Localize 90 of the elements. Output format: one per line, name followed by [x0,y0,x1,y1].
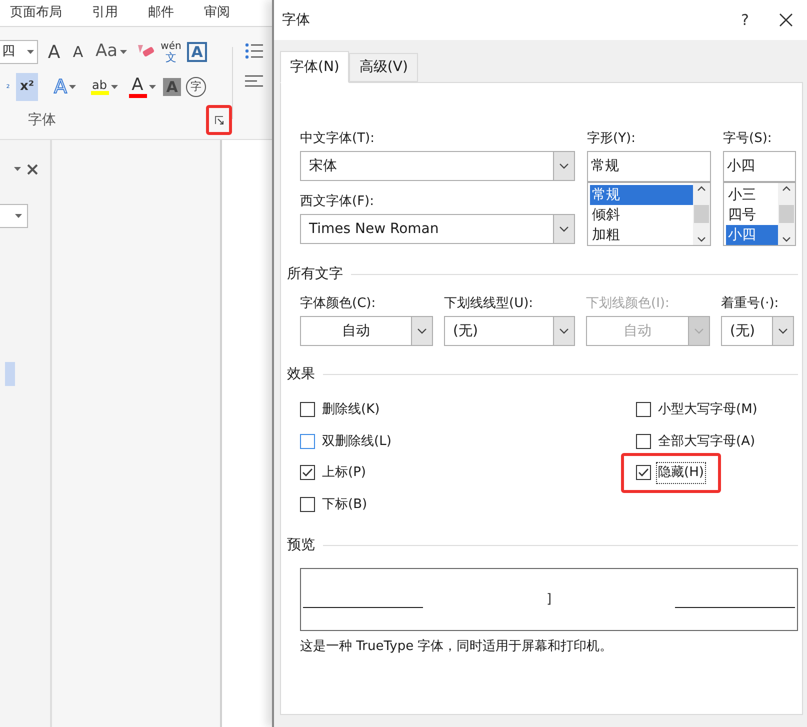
field-label: 字形(Y): [587,130,636,148]
window-title: 字体 [282,10,310,30]
section-title: 所有文字 [287,265,343,284]
chevron-down-icon [778,328,788,334]
preview-sample: ] [545,590,553,609]
caret-icon [120,50,127,54]
caret-icon [14,167,21,171]
font-size-field[interactable]: 四 [0,40,38,64]
checkbox[interactable] [300,402,315,418]
checkbox[interactable] [300,496,315,512]
scrollbar-thumb[interactable] [779,205,794,223]
highlight-button[interactable]: ab [84,73,124,101]
field-label: 字号(S): [723,130,773,148]
checkbox[interactable] [300,465,315,480]
enclose-character-button[interactable]: 字 [186,77,206,97]
dropdown-field[interactable]: (无) [444,316,575,346]
phonetic-guide-button[interactable]: wén 文 [158,38,184,66]
selection-highlight [5,362,15,386]
dropdown-field[interactable]: (无) [721,316,794,346]
checkbox-label: 上标(P) [321,464,367,482]
list-item[interactable]: 小四 [726,225,778,245]
dropdown-field[interactable]: 宋体 [300,151,575,181]
chevron-down-icon [559,328,569,334]
subscript-button[interactable]: ₂ [0,73,16,101]
checkbox-label: 小型大写字母(M) [657,401,758,419]
checkbox[interactable] [300,434,315,449]
help-button[interactable]: ? [741,8,749,32]
chevron-up-icon[interactable] [697,186,706,191]
chevron-down-icon [694,328,704,334]
chevron-down-icon [559,163,569,169]
caret-icon [69,85,76,89]
list-item[interactable]: 倾斜 [590,205,693,225]
field-label: 下划线颜色(I): [586,295,670,313]
ribbon-tab[interactable]: 页面布局 [10,3,62,23]
checkbox[interactable] [636,465,651,480]
section-title: 预览 [287,536,315,555]
checkbox-label: 双删除线(L) [321,432,392,450]
dropdown-field[interactable]: 自动 [300,316,433,346]
dropdown-field[interactable]: Times New Roman [300,214,575,244]
check-icon [638,468,649,478]
checkbox-label: 删除线(K) [321,401,381,419]
text-field[interactable]: 小四 [723,151,796,182]
caret-icon [110,85,118,89]
caret-icon [15,214,22,218]
font-color-button[interactable]: A [124,73,160,101]
grow-font-button[interactable]: A [42,38,66,66]
checkbox-label: 全部大写字母(A) [657,432,756,450]
chevron-down-icon[interactable] [697,237,706,242]
superscript-button[interactable]: x² [16,73,38,101]
font-description: 这是一种 TrueType 字体，同时适用于屏幕和打印机。 [300,638,614,656]
field-label: 字体颜色(C): [300,295,377,313]
group-label: 字体 [28,110,56,130]
chevron-down-icon [417,328,427,334]
scrollbar[interactable] [693,183,710,245]
checkbox-label: 下标(B) [321,496,368,514]
field-label: 下划线线型(U): [444,295,534,313]
close-icon[interactable] [27,164,38,174]
dialog-launcher-icon[interactable] [214,116,224,124]
list-item[interactable]: 常规 [590,185,693,205]
chevron-down-icon[interactable] [782,237,791,242]
ribbon-tab[interactable]: 引用 [92,3,118,23]
scrollbar-thumb[interactable] [694,205,709,223]
check-icon [302,468,313,478]
dropdown-field[interactable] [0,204,28,228]
shrink-font-button[interactable]: A [66,38,90,66]
checkbox-label: 隐藏(H) [656,462,706,484]
caret-icon [148,85,156,89]
chevron-up-icon[interactable] [782,186,791,191]
bullet-list-icon[interactable] [245,43,263,59]
ribbon-tab[interactable]: 邮件 [148,3,174,23]
change-case-button[interactable]: Aa [90,38,132,66]
dialog-tab[interactable]: 字体(N) [280,51,350,83]
ribbon-tab[interactable]: 审阅 [204,3,230,23]
align-left-icon[interactable] [245,75,263,87]
caret-icon [27,50,34,54]
character-border-button[interactable]: A [187,42,207,62]
chevron-down-icon [559,226,569,232]
close-icon[interactable] [779,13,793,27]
checkbox[interactable] [636,434,651,449]
list-item[interactable]: 加粗 [590,225,693,245]
field-label: 西文字体(F): [300,193,376,211]
dialog-tab[interactable]: 高级(V) [349,53,418,82]
list-item[interactable]: 小三 [726,185,778,205]
field-label: 着重号(·): [721,295,780,313]
text-field[interactable]: 常规 [587,151,711,182]
field-label: 中文字体(T): [300,130,376,148]
scrollbar[interactable] [778,183,795,245]
section-title: 效果 [287,365,315,384]
checkbox[interactable] [636,402,651,418]
list-item[interactable]: 四号 [726,205,778,225]
